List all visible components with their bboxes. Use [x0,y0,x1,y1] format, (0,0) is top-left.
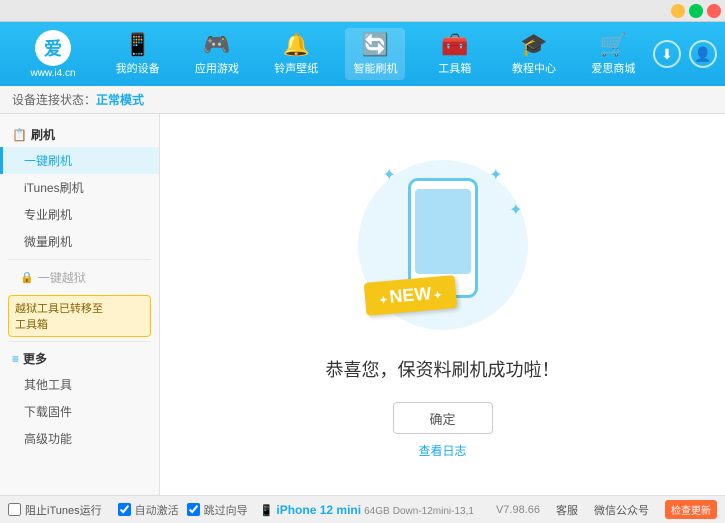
sidebar-section-flash: 📋 刷机 [0,122,159,147]
illus-phone-screen [415,189,471,274]
nav-toolbox-label: 工具箱 [438,60,471,76]
device-storage-val: 64GB [364,506,390,517]
more-section-icon: ≡ [12,352,19,366]
status-bar: 设备连接状态： 正常模式 [0,86,725,114]
sidebar-item-pro-flash[interactable]: 专业刷机 [0,201,159,228]
skip-wizard-label: 跳过向导 [204,502,248,518]
sparkle-icon-3: ✦ [509,200,522,220]
sidebar-item-one-key-flash[interactable]: 一键刷机 [0,147,159,174]
sidebar-item-itunes-flash[interactable]: iTunes刷机 [0,174,159,201]
nav-ringtones-label: 铃声壁纸 [274,60,318,76]
stop-itunes-area: 阻止iTunes运行 [8,502,102,518]
jailbreak-section-title: 一键越狱 [38,269,86,286]
sidebar-divider-2 [8,341,151,342]
auto-activate-label: 自动激活 [135,502,179,518]
top-navigation: 爱 www.i4.cn 📱 我的设备 🎮 应用游戏 🔔 铃声壁纸 🔄 智能刷机 … [0,22,725,86]
toolbox-icon: 🧰 [441,32,468,58]
nav-store-label: 爱思商城 [591,60,635,76]
download-button[interactable]: ⬇ [653,40,681,68]
stop-itunes-label: 阻止iTunes运行 [25,502,102,518]
device-name: iPhone 12 mini [276,503,361,517]
status-value: 正常模式 [96,91,144,108]
flash-section-title: 刷机 [31,126,55,143]
sparkle-icon-2: ✦ [489,165,502,185]
nav-smart-flash[interactable]: 🔄 智能刷机 [345,28,405,80]
skip-wizard-checkbox[interactable] [187,503,200,516]
view-log-link[interactable]: 查看日志 [418,442,466,459]
logo-area: 爱 www.i4.cn [8,30,98,79]
device-icon: 📱 [260,505,274,517]
more-section-title: 更多 [23,350,47,367]
auto-activate-checkbox[interactable] [118,503,131,516]
my-device-icon: 📱 [124,32,151,58]
update-button[interactable]: 检查更新 [665,500,717,519]
user-button[interactable]: 👤 [689,40,717,68]
skip-wizard-area: 跳过向导 [187,502,248,518]
support-link[interactable]: 客服 [556,502,578,518]
status-label: 设备连接状态： [12,91,96,108]
flash-section-icon: 📋 [12,128,27,142]
content-area: ✦ ✦ ✦ NEW 恭喜您，保资料刷机成功啦！ 确定 查看日志 [160,114,725,495]
sidebar-item-download-firmware[interactable]: 下载固件 [0,398,159,425]
logo-url: www.i4.cn [30,68,75,79]
sidebar-section-more: ≡ 更多 [0,346,159,371]
lock-icon: 🔒 [20,271,34,284]
maximize-button[interactable] [689,4,703,18]
nav-right-buttons: ⬇ 👤 [653,40,717,68]
sidebar-divider-1 [8,259,151,260]
sidebar-section-jailbreak: 🔒 一键越狱 [0,264,159,291]
nav-items: 📱 我的设备 🎮 应用游戏 🔔 铃声壁纸 🔄 智能刷机 🧰 工具箱 🎓 教程中心… [98,28,653,80]
main-area: 📋 刷机 一键刷机 iTunes刷机 专业刷机 微量刷机 🔒 一键越狱 越狱工具… [0,114,725,495]
nav-smart-flash-label: 智能刷机 [353,60,397,76]
smart-flash-icon: 🔄 [362,32,389,58]
auto-activate-area: 自动激活 [118,502,179,518]
sidebar-jailbreak-warning: 越狱工具已转移至工具箱 [8,295,151,337]
nav-tutorials[interactable]: 🎓 教程中心 [504,28,564,80]
minimize-button[interactable] [671,4,685,18]
nav-my-device[interactable]: 📱 我的设备 [108,28,168,80]
version-label: V7.98.66 [496,504,540,516]
device-info-area: 📱 iPhone 12 mini 64GB Down-12mini-13,1 [260,503,474,517]
nav-apps-games-label: 应用游戏 [195,60,239,76]
nav-toolbox[interactable]: 🧰 工具箱 [425,28,485,80]
ringtones-icon: 🔔 [283,32,310,58]
store-icon: 🛒 [600,32,627,58]
sidebar: 📋 刷机 一键刷机 iTunes刷机 专业刷机 微量刷机 🔒 一键越狱 越狱工具… [0,114,160,495]
device-model-val: Down-12mini-13,1 [393,506,474,517]
sidebar-item-other-tools[interactable]: 其他工具 [0,371,159,398]
success-illustration: ✦ ✦ ✦ NEW [353,150,533,340]
sparkle-icon-1: ✦ [383,165,396,185]
success-message: 恭喜您，保资料刷机成功啦！ [326,356,560,382]
apps-games-icon: 🎮 [203,32,230,58]
nav-apps-games[interactable]: 🎮 应用游戏 [187,28,247,80]
close-button[interactable] [707,4,721,18]
bottom-right-area: V7.98.66 客服 微信公众号 检查更新 [496,500,717,519]
nav-tutorials-label: 教程中心 [512,60,556,76]
confirm-button[interactable]: 确定 [393,402,493,434]
nav-my-device-label: 我的设备 [116,60,160,76]
titlebar [0,0,725,22]
sidebar-item-micro-flash[interactable]: 微量刷机 [0,228,159,255]
logo-icon: 爱 [35,30,71,66]
bottom-bar: 阻止iTunes运行 自动激活 跳过向导 📱 iPhone 12 mini 64… [0,495,725,523]
stop-itunes-checkbox[interactable] [8,503,21,516]
wechat-link[interactable]: 微信公众号 [594,502,649,518]
nav-store[interactable]: 🛒 爱思商城 [583,28,643,80]
sidebar-item-advanced[interactable]: 高级功能 [0,425,159,452]
nav-ringtones[interactable]: 🔔 铃声壁纸 [266,28,326,80]
tutorials-icon: 🎓 [520,32,547,58]
